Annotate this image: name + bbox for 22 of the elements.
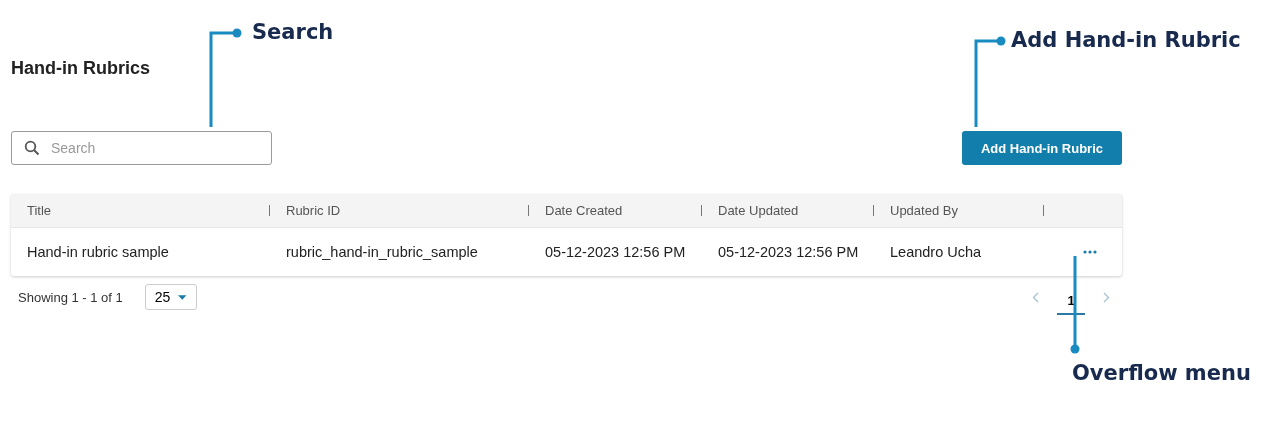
column-header[interactable]: Rubric ID: [286, 203, 341, 218]
callout-label: Search: [252, 20, 334, 44]
search-field[interactable]: Search: [11, 131, 272, 165]
table-cell: 05-12-2023 12:56 PM: [545, 244, 686, 260]
column-header[interactable]: Updated By: [890, 203, 958, 218]
ellipsis-icon: [1083, 250, 1097, 254]
caret-icon: [178, 294, 187, 300]
column-header[interactable]: Title: [27, 203, 52, 218]
add-rubric-button[interactable]: Add Hand-in Rubric: [962, 131, 1122, 165]
table-cell: 05-12-2023 12:56 PM: [718, 244, 859, 260]
callout-label: Overflow menu: [1072, 361, 1251, 385]
callout-label: Add Hand-in Rubric: [1011, 28, 1241, 52]
table-cell: rubric_hand-in_rubric_sample: [286, 244, 478, 260]
column-header[interactable]: Date Updated: [718, 203, 799, 218]
table-cell: Hand-in rubric sample: [27, 244, 169, 260]
search-icon: [24, 140, 40, 156]
results-count: Showing 1 - 1 of 1: [18, 289, 123, 305]
column-header[interactable]: Date Created: [545, 203, 623, 218]
table-cell: Leandro Ucha: [890, 244, 982, 260]
page-size-dropdown[interactable]: 25: [144, 284, 197, 310]
page-button[interactable]: 1: [1057, 285, 1085, 315]
page-title: Hand-in Rubrics: [11, 58, 150, 78]
